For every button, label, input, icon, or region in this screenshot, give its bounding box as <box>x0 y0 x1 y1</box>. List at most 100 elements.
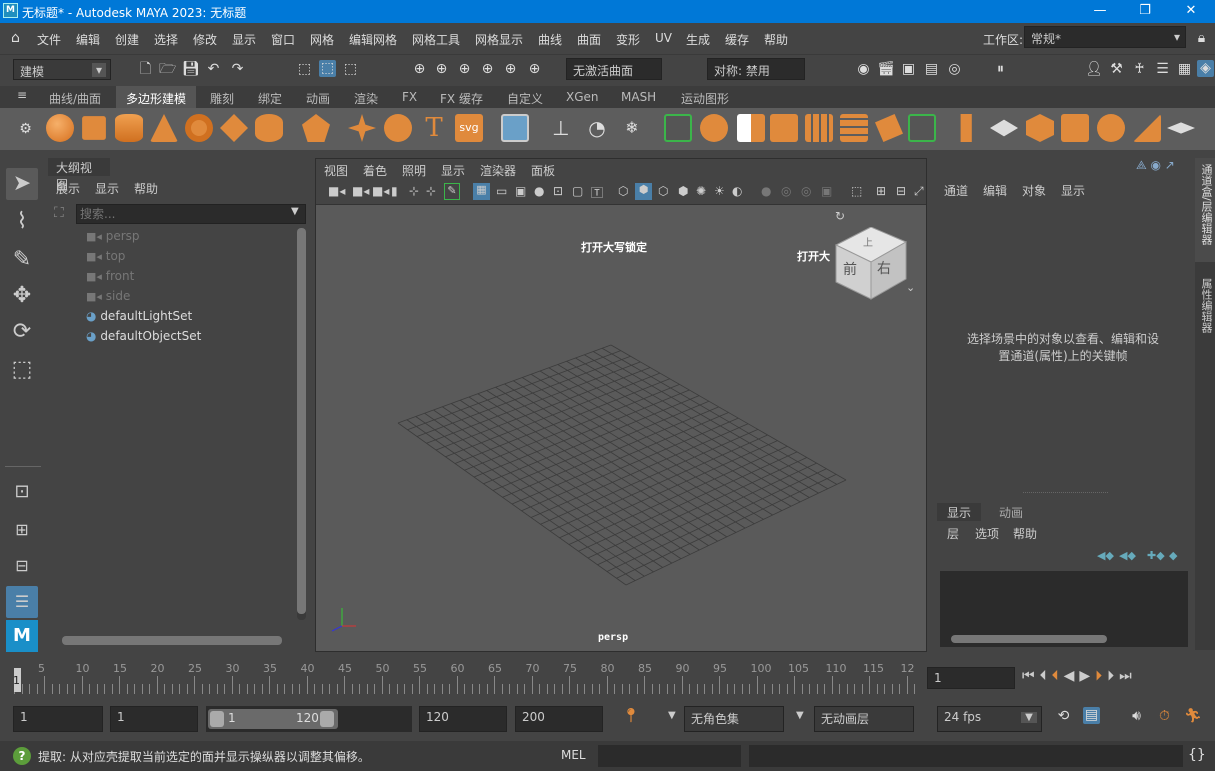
outliner-menu-display[interactable]: 显示 <box>95 180 119 197</box>
menu-select[interactable]: 选择 <box>154 31 178 48</box>
smooth-shade-icon[interactable]: ⬢ <box>635 183 652 200</box>
range-end-grip[interactable] <box>320 711 334 727</box>
tool-settings-icon[interactable]: ▦ <box>1176 61 1193 78</box>
layer-menu-help[interactable]: 帮助 <box>1013 525 1037 542</box>
list-item[interactable]: ■◂ top <box>86 249 125 269</box>
sound-icon[interactable]: 🔊︎ <box>1128 708 1145 725</box>
render-frame-icon[interactable]: 🎬︎ <box>877 61 895 78</box>
platonic-solid-icon[interactable] <box>302 114 330 142</box>
poly-count-icon[interactable] <box>501 114 529 142</box>
maximize-panel-icon[interactable]: ⤢ <box>914 184 924 199</box>
layer-tab-animation[interactable]: 动画 <box>989 503 1033 521</box>
xray-icon[interactable]: ⬚ <box>851 184 862 198</box>
character-set-field[interactable]: 无角色集 <box>684 706 784 732</box>
character-icon[interactable]: 🏃︎ <box>1184 708 1202 725</box>
safe-title-icon[interactable]: 🅃 <box>591 184 603 201</box>
list-item[interactable]: ◕ defaultObjectSet <box>86 329 201 349</box>
menu-display[interactable]: 显示 <box>232 31 256 48</box>
redo-icon[interactable]: ↷ <box>229 61 246 78</box>
range-slider[interactable]: 1 120 <box>206 706 412 732</box>
time-slider[interactable]: 5 10 15 20 25 30 35 40 45 50 55 60 65 70 75 80 85 90 95 100… <box>0 660 1215 696</box>
step-forward-key-icon[interactable]: ⏵ <box>1095 668 1107 684</box>
viewport-panel[interactable]: 视图 着色 照明 显示 渲染器 面板 ■◂ ■◂ ■◂ ▮ ⊹ ⊹ ✎ ▦ ▭ … <box>315 158 927 652</box>
poly-cylinder-icon[interactable] <box>115 114 143 142</box>
anim-prefs-icon[interactable]: ⏱ <box>1156 708 1173 725</box>
camera-attr-icon[interactable]: ■◂ <box>352 184 369 198</box>
select-object-icon[interactable]: ⬚ <box>319 60 336 77</box>
open-scene-icon[interactable]: 🗁 <box>159 61 176 78</box>
layer-tab-display[interactable]: 显示 <box>937 503 981 521</box>
step-back-frame-icon[interactable]: ⏴ <box>1040 668 1052 684</box>
view-cube-home-icon[interactable]: ↻ <box>835 209 845 223</box>
snap-surface-icon[interactable]: ⊕ <box>502 61 519 78</box>
vp-menu-panels[interactable]: 面板 <box>531 162 555 179</box>
bookmark-icon[interactable]: ■◂ <box>372 184 389 198</box>
depth-of-field-icon[interactable]: ◎ <box>801 184 811 198</box>
loop-icon[interactable]: ⟲ <box>1055 708 1072 725</box>
quad-draw-icon[interactable] <box>1026 114 1054 142</box>
play-forward-icon[interactable]: ▶ <box>1079 668 1095 684</box>
single-pane-layout-icon[interactable]: ⊡ <box>6 476 38 508</box>
maya-home-icon[interactable]: M <box>6 620 38 652</box>
mirror-icon[interactable] <box>700 114 728 142</box>
new-scene-icon[interactable]: 🗋 <box>137 61 154 78</box>
wedge-icon[interactable] <box>1167 122 1195 134</box>
menu-deform[interactable]: 变形 <box>616 31 640 48</box>
start-time-field[interactable]: 1 <box>13 706 103 732</box>
move-tool-icon[interactable]: ✥ <box>6 280 38 312</box>
smooth-icon[interactable] <box>664 114 692 142</box>
channel-box-icon[interactable]: ◈ <box>1197 60 1214 77</box>
tab-fx[interactable]: FX <box>402 90 417 104</box>
poly-sphere-icon[interactable] <box>46 114 74 142</box>
xray-joints-icon[interactable]: ⊞ <box>876 184 886 198</box>
super-shape-icon[interactable] <box>348 114 376 142</box>
tab-poly-modeling[interactable]: 多边形建模 <box>116 86 197 108</box>
list-item[interactable]: ■◂ front <box>86 269 134 289</box>
poke-icon[interactable] <box>1133 114 1161 142</box>
bridge-icon[interactable] <box>840 114 868 142</box>
safe-action-icon[interactable]: ▢ <box>572 184 583 198</box>
film-gate-icon[interactable]: ▭ <box>496 184 507 198</box>
cb-menu-edit[interactable]: 编辑 <box>983 182 1007 199</box>
outliner-layout-icon[interactable]: ☰ <box>6 586 38 618</box>
vp-menu-renderer[interactable]: 渲染器 <box>480 162 516 179</box>
symmetry-field[interactable]: 对称: 禁用 <box>707 58 805 80</box>
menu-mesh[interactable]: 网格 <box>310 31 334 48</box>
sweep-mesh-icon[interactable] <box>384 114 412 142</box>
end-time-field[interactable]: 200 <box>515 706 603 732</box>
minimize-button[interactable]: — <box>1077 0 1123 23</box>
current-frame-marker[interactable]: 1 <box>13 674 20 687</box>
menu-modify[interactable]: 修改 <box>193 31 217 48</box>
time-ruler[interactable]: 5 10 15 20 25 30 35 40 45 50 55 60 65 70 75 80 85 90 95 100… <box>10 662 920 694</box>
append-icon[interactable] <box>875 114 903 142</box>
lasso-tool-icon[interactable]: ⌇ <box>6 206 38 238</box>
go-to-start-icon[interactable]: ⏮ <box>1022 668 1040 684</box>
menu-create[interactable]: 创建 <box>115 31 139 48</box>
bevel-icon[interactable] <box>805 114 833 142</box>
wireframe-on-shaded-icon[interactable]: ⬡ <box>658 184 668 198</box>
save-scene-icon[interactable]: 💾︎ <box>182 61 200 78</box>
close-button[interactable]: ✕ <box>1168 0 1214 23</box>
view-cube-menu-icon[interactable]: ⌄ <box>906 281 915 294</box>
vp-menu-show[interactable]: 显示 <box>441 162 465 179</box>
grease-pencil-icon[interactable]: ⊹ <box>426 184 436 198</box>
vertical-scrollbar[interactable] <box>297 228 306 620</box>
tab-curves-surfaces[interactable]: 曲线/曲面 <box>49 90 101 107</box>
live-surface-field[interactable]: 无激活曲面 <box>566 58 662 80</box>
layer-menu-layers[interactable]: 层 <box>947 525 959 542</box>
vp-menu-lighting[interactable]: 照明 <box>402 162 426 179</box>
poly-disc-icon[interactable] <box>255 114 283 142</box>
tab-mash[interactable]: MASH <box>621 90 656 104</box>
layer-move-up-icon[interactable]: ◀◆ <box>1097 549 1114 562</box>
menu-cache[interactable]: 缓存 <box>725 31 749 48</box>
layer-menu-options[interactable]: 选项 <box>975 525 999 542</box>
motion-blur-icon[interactable]: ● <box>761 184 771 198</box>
menu-mesh-tools[interactable]: 网格工具 <box>412 31 460 48</box>
script-editor-icon[interactable]: {} <box>1188 747 1206 764</box>
go-to-end-icon[interactable]: ⏭ <box>1119 668 1137 684</box>
horizontal-scrollbar[interactable] <box>62 636 282 645</box>
home-icon[interactable]: ⌂ <box>7 30 24 47</box>
slide-edge-icon[interactable] <box>1097 114 1125 142</box>
outliner-menu-show[interactable]: 展示 <box>56 180 80 197</box>
user-icon[interactable]: 👤︎ <box>1085 61 1103 78</box>
